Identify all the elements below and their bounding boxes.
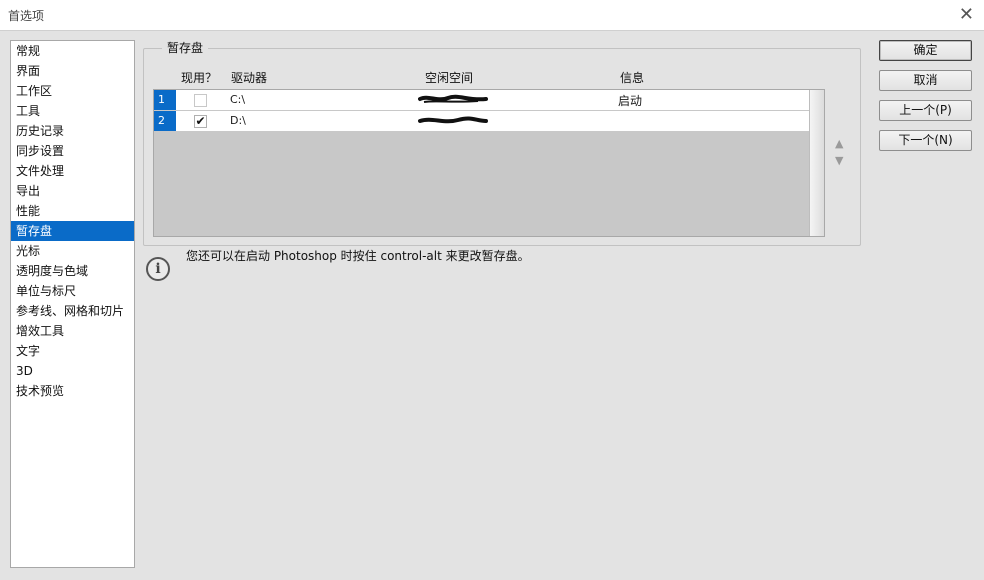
sidebar-item-tech-previews[interactable]: 技术预览: [11, 381, 134, 401]
sidebar-item-workspace[interactable]: 工作区: [11, 81, 134, 101]
next-button[interactable]: 下一个(N): [879, 130, 972, 151]
drive-cell: D:\: [230, 114, 246, 127]
sidebar-item-sync[interactable]: 同步设置: [11, 141, 134, 161]
hint-text: 您还可以在启动 Photoshop 时按住 control-alt 来更改暂存盘…: [186, 249, 530, 263]
free-space-redacted: [418, 94, 488, 103]
sidebar-item-interface[interactable]: 界面: [11, 61, 134, 81]
sidebar-item-history[interactable]: 历史记录: [11, 121, 134, 141]
sidebar-item-scratch-disks[interactable]: 暂存盘: [11, 221, 134, 241]
ok-button[interactable]: 确定: [879, 40, 972, 61]
move-down-arrow-icon[interactable]: ▼: [835, 154, 843, 167]
sidebar-item-general[interactable]: 常规: [11, 41, 134, 61]
sidebar-item-tools[interactable]: 工具: [11, 101, 134, 121]
window-title: 首选项: [8, 9, 45, 23]
close-icon[interactable]: ✕: [959, 4, 974, 25]
column-header-drive: 驱动器: [231, 71, 268, 85]
title-bar: 首选项 ✕: [0, 0, 984, 31]
column-header-active: 现用？: [181, 71, 218, 85]
sidebar-item-type[interactable]: 文字: [11, 341, 134, 361]
sidebar-item-performance[interactable]: 性能: [11, 201, 134, 221]
prev-button[interactable]: 上一个(P): [879, 100, 972, 121]
sidebar-item-3d[interactable]: 3D: [11, 361, 134, 381]
sidebar-item-transparency[interactable]: 透明度与色域: [11, 261, 134, 281]
vertical-scrollbar[interactable]: [809, 90, 824, 236]
sidebar-item-units-rulers[interactable]: 单位与标尺: [11, 281, 134, 301]
table-row[interactable]: 2 ✔ D:\: [154, 111, 810, 132]
sidebar-item-cursors[interactable]: 光标: [11, 241, 134, 261]
group-title: 暂存盘: [162, 39, 209, 56]
info-icon: i: [146, 257, 170, 281]
info-cell: 启动: [618, 94, 643, 108]
preferences-sidebar: 常规 界面 工作区 工具 历史记录 同步设置 文件处理 导出 性能 暂存盘 光标…: [10, 40, 135, 568]
sidebar-item-plugins[interactable]: 增效工具: [11, 321, 134, 341]
active-checkbox[interactable]: ✔: [194, 115, 207, 128]
active-checkbox[interactable]: [194, 94, 207, 107]
sidebar-item-export[interactable]: 导出: [11, 181, 134, 201]
column-header-free-space: 空闲空间: [425, 71, 474, 85]
free-space-redacted: [418, 116, 488, 124]
sidebar-item-file-handling[interactable]: 文件处理: [11, 161, 134, 181]
cancel-button[interactable]: 取消: [879, 70, 972, 91]
scratch-disk-table: 1 C:\ 启动 2 ✔ D:\: [153, 89, 825, 237]
row-index: 2: [154, 111, 176, 131]
drive-cell: C:\: [230, 93, 246, 106]
table-row[interactable]: 1 C:\ 启动: [154, 90, 810, 111]
column-header-info: 信息: [620, 71, 645, 85]
row-index: 1: [154, 90, 176, 110]
move-up-arrow-icon[interactable]: ▲: [835, 137, 843, 150]
sidebar-item-guides-grid[interactable]: 参考线、网格和切片: [11, 301, 134, 321]
